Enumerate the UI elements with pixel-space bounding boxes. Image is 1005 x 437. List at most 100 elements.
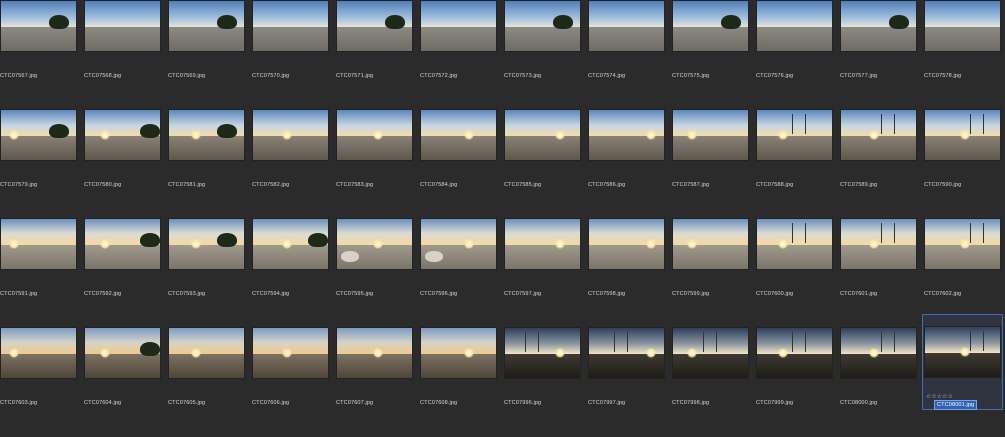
filename-label: CTC07997.jpg (588, 400, 626, 406)
photo-preview-image[interactable] (85, 328, 160, 378)
photo-preview-image[interactable] (757, 110, 832, 160)
photo-preview-image[interactable] (925, 110, 1000, 160)
photo-preview-image[interactable] (505, 219, 580, 269)
photo-preview-image[interactable] (253, 219, 328, 269)
photo-thumbnail[interactable]: CTC07586.jpg (588, 110, 672, 219)
photo-preview-image[interactable] (337, 328, 412, 378)
photo-thumbnail[interactable]: CTC07593.jpg (168, 219, 252, 328)
photo-preview-image[interactable] (673, 110, 748, 160)
photo-thumbnail[interactable]: CTC07580.jpg (84, 110, 168, 219)
photo-preview-image[interactable] (1, 110, 76, 160)
photo-thumbnail[interactable]: CTC07588.jpg (756, 110, 840, 219)
photo-thumbnail[interactable]: CTC07578.jpg (924, 1, 1005, 110)
photo-preview-image[interactable] (337, 219, 412, 269)
selected-filename-label[interactable]: CTC08001.jpg (934, 400, 978, 410)
photo-thumbnail[interactable]: CTC07603.jpg (0, 328, 84, 437)
star-rating[interactable]: ☆☆☆☆☆ (926, 393, 953, 400)
photo-thumbnail[interactable]: CTC07581.jpg (168, 110, 252, 219)
photo-preview-image[interactable] (925, 327, 1000, 377)
photo-preview-image[interactable] (169, 110, 244, 160)
photo-preview-image[interactable] (253, 1, 328, 51)
photo-preview-image[interactable] (841, 328, 916, 378)
photo-preview-image[interactable] (505, 110, 580, 160)
photo-thumbnail[interactable]: CTC07602.jpg (924, 219, 1005, 328)
photo-preview-image[interactable] (253, 328, 328, 378)
photo-preview-image[interactable] (1, 328, 76, 378)
photo-thumbnail[interactable]: ☆☆☆☆☆ CTC08001.jpg (922, 314, 1003, 410)
photo-thumbnail[interactable]: CTC07600.jpg (756, 219, 840, 328)
photo-preview-image[interactable] (589, 1, 664, 51)
photo-preview-image[interactable] (85, 1, 160, 51)
photo-thumbnail[interactable]: CTC07592.jpg (84, 219, 168, 328)
photo-preview-image[interactable] (85, 110, 160, 160)
photo-preview-image[interactable] (421, 1, 496, 51)
photo-thumbnail[interactable]: CTC07573.jpg (504, 1, 588, 110)
photo-thumbnail[interactable]: CTC07571.jpg (336, 1, 420, 110)
photo-thumbnail[interactable]: CTC07574.jpg (588, 1, 672, 110)
photo-thumbnail[interactable]: CTC07587.jpg (672, 110, 756, 219)
photo-thumbnail[interactable]: CTC07591.jpg (0, 219, 84, 328)
photo-preview-image[interactable] (841, 1, 916, 51)
photo-thumbnail[interactable]: CTC07996.jpg (504, 328, 588, 437)
photo-thumbnail[interactable]: CTC07604.jpg (84, 328, 168, 437)
photo-preview-image[interactable] (505, 328, 580, 378)
photo-preview-image[interactable] (169, 219, 244, 269)
photo-preview-image[interactable] (1, 219, 76, 269)
photo-thumbnail[interactable]: CTC08000.jpg (840, 328, 924, 437)
photo-preview-image[interactable] (421, 219, 496, 269)
photo-preview-image[interactable] (169, 328, 244, 378)
photo-preview-image[interactable] (589, 110, 664, 160)
photo-thumbnail[interactable]: CTC07572.jpg (420, 1, 504, 110)
photo-thumbnail[interactable]: CTC07607.jpg (336, 328, 420, 437)
photo-thumbnail[interactable]: CTC07590.jpg (924, 110, 1005, 219)
photo-preview-image[interactable] (841, 219, 916, 269)
photo-thumbnail[interactable]: CTC07598.jpg (588, 219, 672, 328)
photo-thumbnail[interactable]: CTC07606.jpg (252, 328, 336, 437)
photo-thumbnail[interactable]: CTC07595.jpg (336, 219, 420, 328)
photo-preview-image[interactable] (1, 1, 76, 51)
photo-thumbnail[interactable]: CTC07584.jpg (420, 110, 504, 219)
photo-thumbnail[interactable]: CTC07567.jpg (0, 1, 84, 110)
photo-thumbnail[interactable]: CTC07568.jpg (84, 1, 168, 110)
photo-thumbnail[interactable]: CTC07596.jpg (420, 219, 504, 328)
photo-preview-image[interactable] (169, 1, 244, 51)
photo-preview-image[interactable] (505, 1, 580, 51)
photo-preview-image[interactable] (841, 110, 916, 160)
photo-thumbnail[interactable]: CTC07577.jpg (840, 1, 924, 110)
photo-thumbnail[interactable]: CTC07997.jpg (588, 328, 672, 437)
photo-thumbnail[interactable]: CTC07608.jpg (420, 328, 504, 437)
photo-preview-image[interactable] (673, 219, 748, 269)
photo-preview-image[interactable] (589, 328, 664, 378)
photo-thumbnail[interactable]: CTC07576.jpg (756, 1, 840, 110)
photo-preview-image[interactable] (253, 110, 328, 160)
photo-preview-image[interactable] (925, 219, 1000, 269)
photo-thumbnail[interactable]: CTC07594.jpg (252, 219, 336, 328)
photo-thumbnail[interactable]: CTC07601.jpg (840, 219, 924, 328)
photo-thumbnail[interactable]: CTC07589.jpg (840, 110, 924, 219)
photo-thumbnail[interactable]: CTC07582.jpg (252, 110, 336, 219)
photo-thumbnail[interactable]: CTC07570.jpg (252, 1, 336, 110)
photo-preview-image[interactable] (757, 328, 832, 378)
photo-preview-image[interactable] (337, 110, 412, 160)
photo-preview-image[interactable] (673, 1, 748, 51)
photo-thumbnail[interactable]: CTC07998.jpg (672, 328, 756, 437)
photo-preview-image[interactable] (85, 219, 160, 269)
photo-preview-image[interactable] (421, 328, 496, 378)
photo-preview-image[interactable] (757, 1, 832, 51)
photo-thumbnail[interactable]: CTC07597.jpg (504, 219, 588, 328)
photo-thumbnail[interactable]: CTC07583.jpg (336, 110, 420, 219)
photo-preview-image[interactable] (673, 328, 748, 378)
photo-preview-image[interactable] (421, 110, 496, 160)
photo-thumbnail[interactable]: CTC07585.jpg (504, 110, 588, 219)
photo-thumbnail[interactable]: CTC07599.jpg (672, 219, 756, 328)
photo-thumbnail[interactable]: CTC07999.jpg (756, 328, 840, 437)
photo-thumbnail[interactable]: CTC07569.jpg (168, 1, 252, 110)
photo-thumbnail[interactable]: CTC07605.jpg (168, 328, 252, 437)
photo-preview-image[interactable] (925, 1, 1000, 51)
photo-thumbnail[interactable]: CTC07575.jpg (672, 1, 756, 110)
photo-thumbnail[interactable]: CTC07579.jpg (0, 110, 84, 219)
filename-label: CTC07587.jpg (672, 182, 710, 188)
photo-preview-image[interactable] (757, 219, 832, 269)
photo-preview-image[interactable] (589, 219, 664, 269)
photo-preview-image[interactable] (337, 1, 412, 51)
